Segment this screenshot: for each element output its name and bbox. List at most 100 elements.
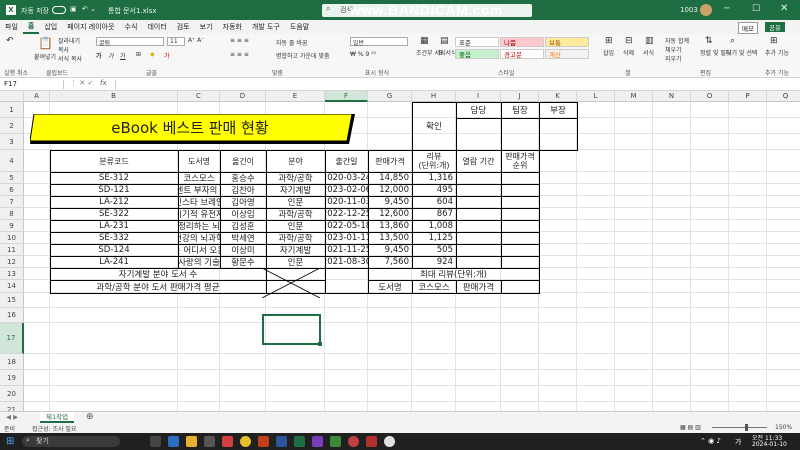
tab-data[interactable]: 데이터 bbox=[142, 22, 171, 32]
powerpoint-icon[interactable] bbox=[258, 436, 269, 447]
table-cell[interactable]: 자기계발 bbox=[266, 184, 325, 196]
column-header-O[interactable]: O bbox=[691, 91, 729, 102]
tab-page-layout[interactable]: 페이지 레이아웃 bbox=[62, 22, 119, 32]
chrome-icon[interactable] bbox=[240, 436, 251, 447]
table-cell[interactable]: 1퍼센트 부자의 법칙 bbox=[178, 184, 220, 196]
addins-button[interactable]: 추가 기능 bbox=[765, 48, 789, 57]
system-tray-icons[interactable]: ⌃ ◉ ♪ bbox=[700, 437, 721, 445]
border-icon[interactable]: ⊞ bbox=[136, 51, 141, 58]
table-cell[interactable]: SE-312 bbox=[50, 172, 178, 184]
column-header-A[interactable]: A bbox=[24, 91, 50, 102]
row-header-10[interactable]: 10 bbox=[0, 232, 24, 244]
table-cell[interactable]: 2023-01-11 bbox=[325, 232, 368, 244]
table-cell[interactable]: 7,560 bbox=[368, 256, 412, 268]
lookup-result[interactable] bbox=[501, 280, 539, 293]
tab-review[interactable]: 검토 bbox=[172, 22, 195, 32]
font-grow-icon[interactable]: A⁺ A⁻ bbox=[188, 37, 204, 44]
table-cell[interactable]: 495 bbox=[412, 184, 456, 196]
edge-icon[interactable] bbox=[168, 436, 179, 447]
table-header-cell[interactable]: 열람 기간 bbox=[456, 150, 501, 172]
format-painter-button[interactable]: 서식 복사 bbox=[58, 54, 82, 63]
table-cell[interactable]: 2020-11-03 bbox=[325, 196, 368, 208]
table-cell-empty[interactable] bbox=[501, 184, 539, 196]
formula-input[interactable] bbox=[115, 80, 785, 89]
autosave-toggle[interactable] bbox=[52, 6, 66, 14]
lookup-cell[interactable]: 판매가격 bbox=[456, 280, 501, 293]
title-shape[interactable]: eBook 베스트 판매 현황 bbox=[30, 114, 355, 144]
column-header-D[interactable]: D bbox=[220, 91, 266, 102]
column-header-N[interactable]: N bbox=[653, 91, 691, 102]
wrap-text-button[interactable]: 자동 줄 바꿈 bbox=[276, 38, 307, 47]
table-cell-empty[interactable] bbox=[501, 232, 539, 244]
column-header-C[interactable]: C bbox=[178, 91, 220, 102]
row-header-12[interactable]: 12 bbox=[0, 256, 24, 268]
summary-label-self-dev[interactable]: 자기계발 분야 도서 수 bbox=[50, 268, 266, 280]
ime-indicator[interactable]: 가 bbox=[735, 437, 741, 447]
table-cell[interactable]: 2022-12-25 bbox=[325, 208, 368, 220]
select-all-corner[interactable] bbox=[0, 91, 24, 102]
table-header-cell[interactable]: 판매가격 순위 bbox=[501, 150, 539, 172]
user-name[interactable]: 1003 bbox=[680, 6, 698, 14]
row-header-21[interactable]: 21 bbox=[0, 402, 24, 411]
share-button[interactable]: 공유 bbox=[765, 22, 785, 32]
currency-icon[interactable]: ₩ % 9 ⁰⁰ bbox=[350, 51, 376, 58]
table-cell[interactable]: 부는 어디서 오는가 bbox=[178, 244, 220, 256]
tab-file[interactable]: 파일 bbox=[0, 22, 23, 32]
memo-button[interactable]: 메모 bbox=[738, 22, 758, 34]
row-header-13[interactable]: 13 bbox=[0, 268, 24, 280]
table-cell-empty[interactable] bbox=[456, 220, 501, 232]
app-icon-1[interactable] bbox=[222, 436, 233, 447]
style-calc[interactable]: 계산 bbox=[545, 49, 589, 59]
table-cell[interactable]: 과학/공학 bbox=[266, 208, 325, 220]
selected-cell[interactable] bbox=[262, 314, 322, 346]
style-bad[interactable]: 나쁨 bbox=[500, 37, 544, 47]
format-cells-icon[interactable]: ▥ bbox=[645, 36, 654, 46]
close-icon[interactable]: ✕ bbox=[780, 3, 788, 14]
table-cell[interactable]: 과학/공학 bbox=[266, 232, 325, 244]
column-header-I[interactable]: I bbox=[456, 91, 501, 102]
row-header-20[interactable]: 20 bbox=[0, 386, 24, 402]
column-header-P[interactable]: P bbox=[729, 91, 767, 102]
bandicam-icon[interactable] bbox=[348, 436, 359, 447]
addins-icon[interactable]: ⊞ bbox=[770, 36, 778, 46]
table-cell[interactable]: 12,600 bbox=[368, 208, 412, 220]
name-box[interactable]: F17 bbox=[4, 80, 64, 89]
table-cell[interactable]: LA-231 bbox=[50, 220, 178, 232]
font-color-icon[interactable]: 가 bbox=[164, 51, 170, 60]
tab-insert[interactable]: 삽입 bbox=[39, 22, 62, 32]
approval-label[interactable]: 확인 bbox=[412, 102, 456, 150]
delete-cells-button[interactable]: 삭제 bbox=[623, 48, 634, 57]
table-cell-empty[interactable] bbox=[501, 244, 539, 256]
paste-icon[interactable]: 📋 bbox=[38, 36, 53, 50]
save-icon[interactable]: ▣ bbox=[70, 5, 77, 13]
excel-taskbar-icon[interactable] bbox=[294, 436, 305, 447]
table-cell[interactable]: 604 bbox=[412, 196, 456, 208]
row-header-15[interactable]: 15 bbox=[0, 293, 24, 308]
table-header-cell[interactable]: 판매가격 bbox=[368, 150, 412, 172]
table-cell[interactable]: 505 bbox=[412, 244, 456, 256]
quick-access-icon[interactable]: ↶ ⌄ bbox=[82, 5, 96, 13]
table-cell[interactable]: 황문수 bbox=[220, 256, 266, 268]
tab-help[interactable]: 도움말 bbox=[285, 22, 314, 32]
row-header-9[interactable]: 9 bbox=[0, 220, 24, 232]
table-cell-empty[interactable] bbox=[501, 172, 539, 184]
column-header-K[interactable]: K bbox=[539, 91, 577, 102]
format-cells-button[interactable]: 서식 bbox=[643, 48, 654, 57]
table-cell-empty[interactable] bbox=[501, 208, 539, 220]
row-header-1[interactable]: 1 bbox=[0, 102, 24, 118]
cut-button[interactable]: 잘라내기 bbox=[58, 36, 80, 45]
row-header-11[interactable]: 11 bbox=[0, 244, 24, 256]
fill-button[interactable]: 채우기 bbox=[665, 45, 682, 54]
table-cell[interactable]: 코스모스 bbox=[178, 172, 220, 184]
fx-icon[interactable]: fx bbox=[100, 79, 107, 87]
column-header-M[interactable]: M bbox=[615, 91, 653, 102]
row-header-2[interactable]: 2 bbox=[0, 118, 24, 134]
table-cell[interactable]: 13,860 bbox=[368, 220, 412, 232]
zoom-slider-thumb[interactable] bbox=[745, 424, 748, 431]
table-cell[interactable]: 인문 bbox=[266, 256, 325, 268]
table-cell[interactable]: 김성훈 bbox=[220, 220, 266, 232]
table-header-cell[interactable]: 분야 bbox=[266, 150, 325, 172]
row-header-17[interactable]: 17 bbox=[0, 323, 24, 354]
column-header-E[interactable]: E bbox=[266, 91, 325, 102]
row-header-7[interactable]: 7 bbox=[0, 196, 24, 208]
